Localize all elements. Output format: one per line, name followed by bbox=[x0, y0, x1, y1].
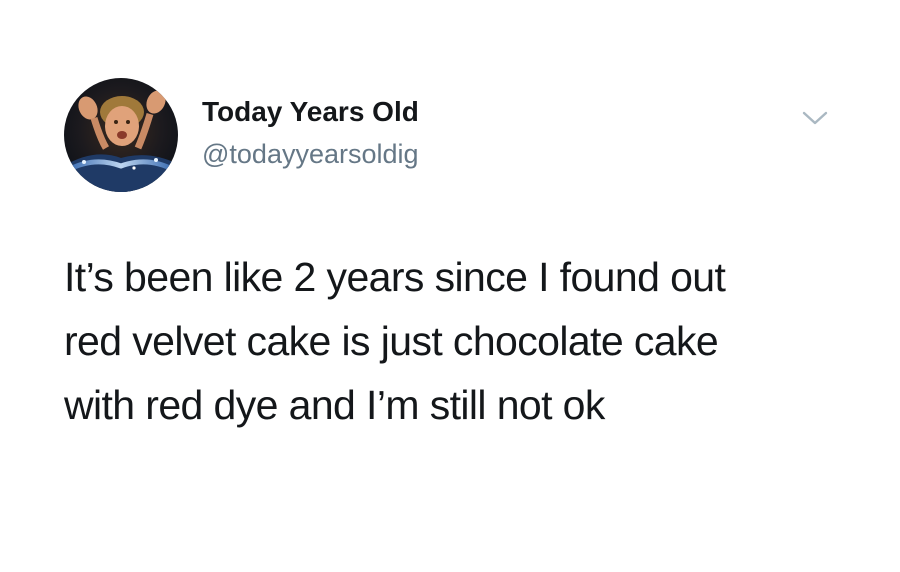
tweet-card: Today Years Old @todayyearsoldig It’s be… bbox=[0, 0, 900, 572]
avatar[interactable] bbox=[64, 78, 178, 192]
tweet-text-line: It’s been like 2 years since I found out bbox=[64, 254, 726, 300]
chevron-down-icon[interactable] bbox=[800, 108, 830, 128]
author-handle[interactable]: @todayyearsoldig bbox=[202, 139, 419, 170]
tweet-text-line: with red dye and I’m still not ok bbox=[64, 382, 605, 428]
tweet-text-line: red velvet cake is just chocolate cake bbox=[64, 318, 719, 364]
avatar-photo-icon bbox=[64, 78, 178, 192]
tweet-text: It’s been like 2 years since I found out… bbox=[64, 245, 864, 437]
author-display-name[interactable]: Today Years Old bbox=[202, 96, 419, 128]
